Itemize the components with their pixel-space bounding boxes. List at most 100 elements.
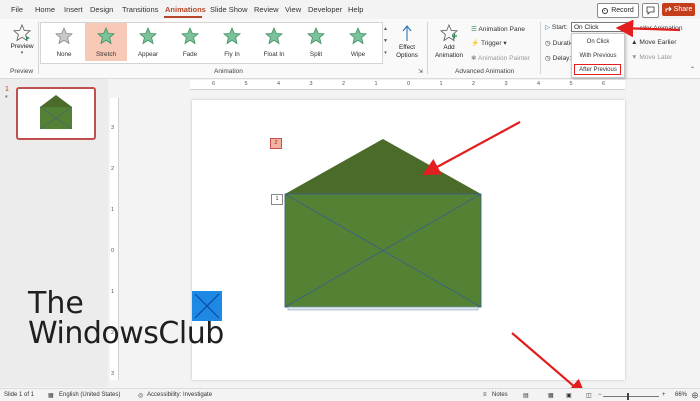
animation-option-label: Float In (263, 51, 285, 58)
ruler-tick-label: 6 (212, 81, 216, 87)
gallery-scroll[interactable]: ▲ ▼ ▾ (382, 23, 389, 63)
star-fade-icon (181, 27, 199, 45)
star-stretch-icon (97, 27, 115, 45)
comments-button[interactable] (642, 3, 659, 18)
slide-thumbnail[interactable] (16, 87, 96, 140)
duration-label: ◷ Duratio (545, 39, 574, 47)
comment-icon (646, 6, 655, 15)
tab-review[interactable]: Review (254, 5, 279, 14)
reading-view-icon[interactable]: ▣ (566, 392, 572, 399)
animation-option-appear[interactable]: Appear (127, 23, 169, 61)
ribbon-separator (540, 22, 541, 74)
effect-options-button[interactable]: Effect Options (392, 24, 422, 64)
language-status[interactable]: English (United States) (59, 392, 120, 398)
start-play-icon: ▷ (545, 24, 551, 31)
effect-options-icon (402, 25, 412, 41)
normal-view-icon[interactable]: ▤ (523, 392, 529, 399)
animation-pane-button[interactable]: ☰ Animation Pane (471, 25, 525, 33)
slideshow-view-icon[interactable]: ◫ (586, 392, 592, 399)
animation-option-label: Fly In (224, 51, 240, 58)
zoom-out-icon[interactable]: − (598, 392, 602, 398)
ribbon-separator (427, 22, 428, 74)
collapse-ribbon-icon[interactable]: ⌃ (690, 66, 695, 73)
tab-home[interactable]: Home (35, 5, 55, 14)
tab-transitions[interactable]: Transitions (122, 5, 158, 14)
ruler-tick-label: 2 (472, 81, 476, 87)
accessibility-status[interactable]: Accessibility: Investigate (147, 392, 212, 398)
move-later-arrow-icon: ▼ (631, 54, 638, 61)
zoom-slider[interactable] (603, 396, 659, 397)
accessibility-icon: ◎ (138, 393, 144, 399)
zoom-slider-thumb[interactable] (627, 393, 629, 400)
start-select[interactable]: On Click (571, 22, 631, 32)
animation-option-fade[interactable]: Fade (169, 23, 211, 61)
animation-option-label: Appear (137, 51, 159, 58)
animation-option-none[interactable]: None (43, 23, 85, 61)
animation-option-split[interactable]: Split (295, 23, 337, 61)
animation-group-label: Animation (214, 68, 243, 75)
ruler-tick-label: 1 (439, 81, 443, 87)
start-option-on-click[interactable]: On Click (572, 36, 624, 48)
ruler-tick-label: 6 (602, 81, 606, 87)
tab-design[interactable]: Design (90, 5, 113, 14)
slide-sorter-icon[interactable]: ▦ (548, 392, 554, 399)
envelope-shape[interactable] (280, 134, 490, 314)
preview-group-label: Preview (10, 68, 34, 75)
start-option-with-previous[interactable]: With Previous (572, 50, 624, 62)
move-later-label: Move Later (639, 54, 673, 61)
start-dropdown-arrow-icon[interactable]: ▾ (624, 23, 627, 29)
preview-star-icon (12, 23, 32, 42)
tab-view[interactable]: View (285, 5, 301, 14)
animation-painter-button[interactable]: ✱ Animation Painter (471, 54, 530, 62)
animation-order-tag[interactable]: 2 (270, 138, 282, 149)
tab-animations[interactable]: Animations (165, 5, 206, 14)
record-button[interactable]: Record (597, 3, 639, 18)
delay-label-text: Delay: (552, 55, 572, 62)
ruler-tick-label: 5 (244, 81, 248, 87)
delay-label: ◷ Delay: (545, 54, 571, 62)
animation-dialog-launcher-icon[interactable]: ⇲ (418, 68, 423, 75)
tab-developer[interactable]: Developer (308, 5, 342, 14)
animation-option-fly-in[interactable]: Fly In (211, 23, 253, 61)
add-animation-star-icon (439, 23, 459, 42)
add-animation-button[interactable]: Add Animation (430, 23, 468, 64)
move-earlier-label: Move Earlier (639, 39, 677, 46)
envelope-flap[interactable] (285, 139, 481, 194)
animation-option-label: Split (309, 51, 323, 58)
slide-number: 1 (5, 86, 9, 93)
tab-slide-show[interactable]: Slide Show (210, 5, 248, 14)
trigger-icon: ⚡ (471, 40, 480, 47)
tab-help[interactable]: Help (348, 5, 363, 14)
start-label: ▷ Start: (545, 23, 568, 31)
share-button[interactable]: Share (662, 3, 695, 16)
ruler-tick-label: 5 (569, 81, 573, 87)
animation-order-tag[interactable]: 1 (271, 194, 283, 205)
move-later-button[interactable]: ▼ Move Later (631, 54, 672, 61)
move-earlier-button[interactable]: ▲ Move Earlier (631, 39, 676, 46)
notes-icon: ≡ (483, 392, 487, 398)
animation-option-wipe[interactable]: Wipe (337, 23, 379, 61)
animation-option-float-in[interactable]: Float In (253, 23, 295, 61)
ruler-tick-label: 3 (309, 81, 313, 87)
trigger-button[interactable]: ⚡ Trigger ▾ (471, 39, 507, 47)
notes-button[interactable]: Notes (492, 392, 508, 398)
duration-clock-icon: ◷ (545, 40, 551, 47)
zoom-level[interactable]: 66% (675, 392, 687, 398)
tab-insert[interactable]: Insert (64, 5, 83, 14)
star-split-icon (307, 27, 325, 45)
ribbon-separator (38, 22, 39, 74)
ruler-tick-label: 4 (277, 81, 281, 87)
effect-options-label-1: Effect (399, 44, 415, 51)
zoom-in-icon[interactable]: + (662, 392, 666, 398)
preview-dropdown-arrow[interactable]: ▾ (8, 50, 36, 56)
record-label: Record (611, 7, 634, 14)
animation-option-stretch[interactable]: Stretch (85, 23, 127, 61)
fit-to-window-icon[interactable]: ⨁ (692, 392, 698, 399)
preview-button[interactable]: Preview ▾ (8, 23, 36, 62)
share-label: Share (673, 6, 693, 13)
tab-file[interactable]: File (11, 5, 23, 14)
animation-option-label: None (56, 51, 72, 58)
slide-animation-marker-icon: * (5, 95, 8, 102)
watermark-line-2: WindowsClub (28, 316, 224, 351)
spellcheck-icon[interactable]: ▦ (48, 392, 54, 399)
